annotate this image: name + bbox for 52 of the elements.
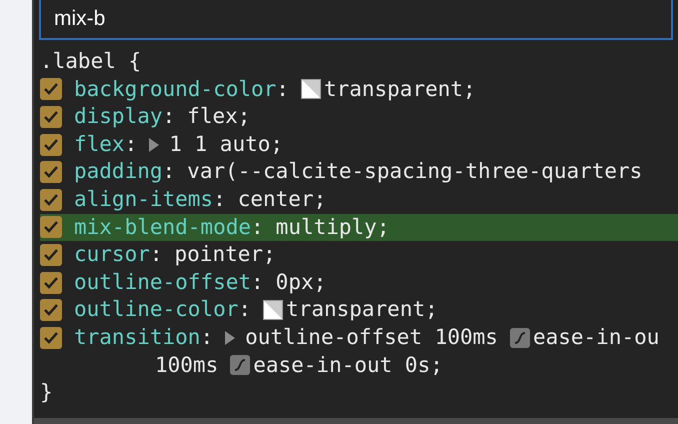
checkbox[interactable] [40, 272, 62, 294]
property-value: pointer; [174, 241, 276, 268]
color-swatch-icon[interactable] [263, 300, 284, 320]
colon: : [213, 186, 226, 213]
checkbox[interactable] [40, 161, 62, 184]
property-name: display [74, 103, 163, 130]
checkbox[interactable] [40, 244, 62, 266]
checkbox[interactable] [40, 299, 62, 322]
property-value: transparent; [286, 296, 438, 324]
property-name: align-items [74, 186, 214, 213]
colon: : [200, 324, 214, 351]
property-name: outline-color [74, 296, 238, 324]
property-value: 100ms [155, 352, 218, 379]
checkbox[interactable] [40, 188, 62, 211]
search-field[interactable]: mix-b [39, 0, 673, 40]
property-value: var(--calcite-spacing-three-quarters [187, 158, 642, 186]
expand-triangle-icon[interactable] [149, 138, 160, 152]
property-value: ease-in-ou [532, 324, 660, 351]
colon: : [251, 268, 264, 296]
property-value: flex; [187, 103, 250, 130]
colon: : [251, 214, 264, 241]
color-swatch-icon[interactable] [300, 79, 321, 100]
property-name: background-color [74, 76, 276, 103]
colon: : [124, 130, 138, 158]
css-selector: .label { [40, 48, 142, 75]
checkbox[interactable] [40, 78, 62, 100]
easing-curve-icon[interactable] [230, 355, 250, 376]
property-value: 1 1 auto; [169, 130, 284, 158]
property-value: ease-in-out 0s; [253, 352, 443, 379]
checkbox[interactable] [40, 216, 62, 238]
property-name: flex [74, 130, 125, 158]
checkbox[interactable] [40, 326, 62, 349]
checkbox[interactable] [40, 106, 62, 128]
expand-triangle-icon[interactable] [225, 330, 236, 345]
property-name: transition [74, 324, 200, 351]
checkbox[interactable] [40, 134, 62, 156]
property-value: outline-offset 100ms [245, 324, 498, 351]
colon: : [162, 158, 176, 186]
colon: : [162, 103, 176, 130]
property-name: outline-offset [74, 268, 252, 296]
colon: : [276, 76, 289, 103]
property-value: multiply; [276, 214, 390, 241]
property-name: padding [74, 158, 163, 186]
property-value: 0px; [276, 268, 326, 296]
colon: : [150, 241, 163, 268]
easing-curve-icon[interactable] [510, 328, 530, 348]
property-name: cursor [74, 241, 150, 268]
colon: : [238, 296, 252, 324]
property-value: transparent; [324, 76, 476, 103]
property-value: center; [238, 186, 326, 213]
property-name: mix-blend-mode [74, 214, 252, 241]
closing-brace: } [40, 379, 53, 406]
